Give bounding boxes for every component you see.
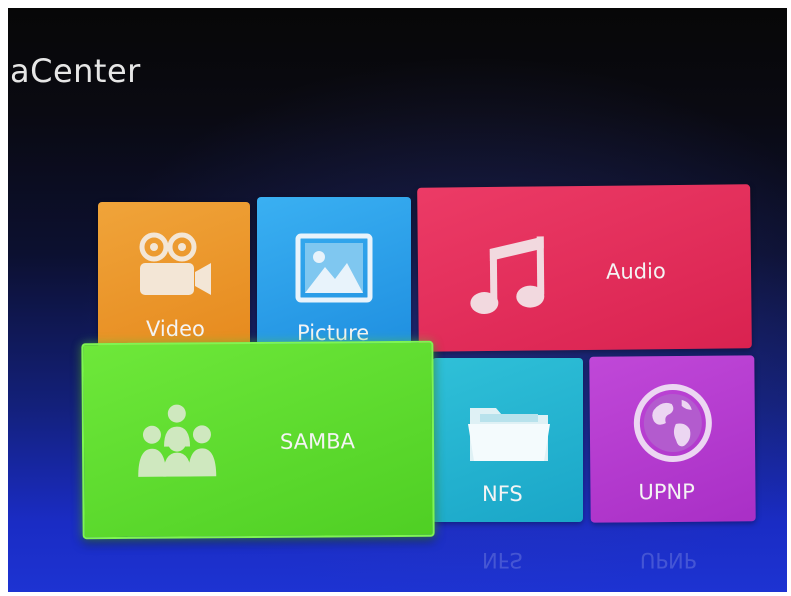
- audio-tile[interactable]: Audio: [417, 184, 752, 352]
- folder-icon: [468, 408, 550, 461]
- upnp-reflection: UPNP: [640, 548, 697, 572]
- people-group-icon: [138, 404, 217, 477]
- samba-label: SAMBA: [279, 429, 356, 454]
- samba-tile[interactable]: SAMBA: [81, 340, 435, 540]
- nfs-reflection: NFS: [482, 548, 523, 572]
- audio-label: Audio: [605, 259, 666, 284]
- tv-screen: aCenter Video Picture Audio NFS UPNP SAM…: [8, 8, 787, 592]
- video-camera-icon: [139, 232, 211, 295]
- music-note-icon: [470, 236, 545, 315]
- picture-icon: [295, 233, 373, 303]
- nfs-label: NFS: [482, 482, 523, 506]
- video-tile[interactable]: Video: [98, 202, 250, 348]
- video-label: Video: [146, 317, 205, 341]
- picture-tile[interactable]: Picture: [257, 197, 411, 349]
- upnp-label: UPNP: [638, 479, 695, 505]
- globe-icon: [633, 383, 712, 462]
- nfs-tile[interactable]: NFS: [432, 358, 583, 522]
- upnp-tile[interactable]: UPNP: [589, 355, 756, 523]
- app-title: aCenter: [10, 52, 141, 90]
